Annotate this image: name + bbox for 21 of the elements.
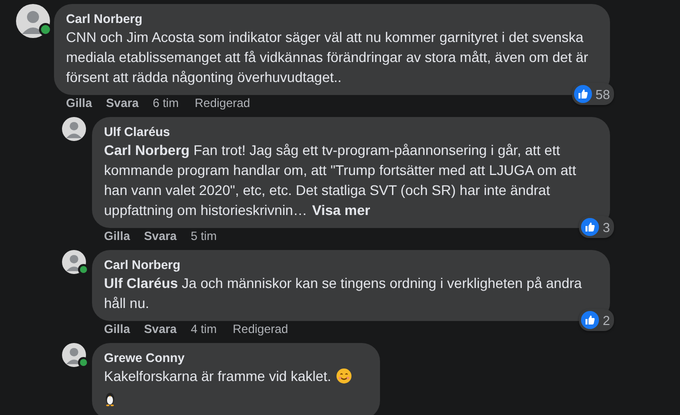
timestamp[interactable]: 5 tim — [190, 229, 217, 244]
edited-label: Redigerad — [194, 96, 250, 111]
action-link[interactable]: Gilla — [104, 229, 130, 244]
reaction-count[interactable]: 3 — [578, 216, 614, 238]
edited-label: Redigerad — [232, 322, 288, 337]
action-link[interactable]: Svara — [144, 322, 177, 337]
comment-text: Kakelforskarna är framme vid kaklet. — [104, 367, 332, 386]
timestamp[interactable]: 4 tim — [190, 322, 217, 337]
action-link[interactable]: Svara — [106, 96, 139, 111]
author-name[interactable]: Ulf Claréus — [104, 124, 598, 140]
see-more-link[interactable]: Visa mer — [312, 202, 370, 218]
comment-text: Carl Norberg Fan trot! Jag såg ett tv-program-påannonsering i går, att ett kommande program handlar om, att "Trump fortsätter med att LJUGA om att han vann valet 2020", etc, etc. Det statliga SVT (och SR) har inte ändrat uppfattning om historieskrivnin… Visa mer — [104, 141, 578, 220]
action-link[interactable]: Gilla — [66, 96, 92, 111]
reaction-count[interactable]: 2 — [578, 309, 614, 331]
timestamp[interactable]: 6 tim — [152, 96, 179, 111]
action-link[interactable]: Svara — [144, 229, 177, 244]
action-link[interactable]: Gilla — [104, 322, 130, 337]
reaction-count[interactable]: 58 — [572, 83, 614, 105]
author-name[interactable]: Grewe Conny — [104, 350, 368, 366]
author-name[interactable]: Carl Norberg — [104, 257, 598, 273]
author-name[interactable]: Carl Norberg — [66, 11, 598, 27]
